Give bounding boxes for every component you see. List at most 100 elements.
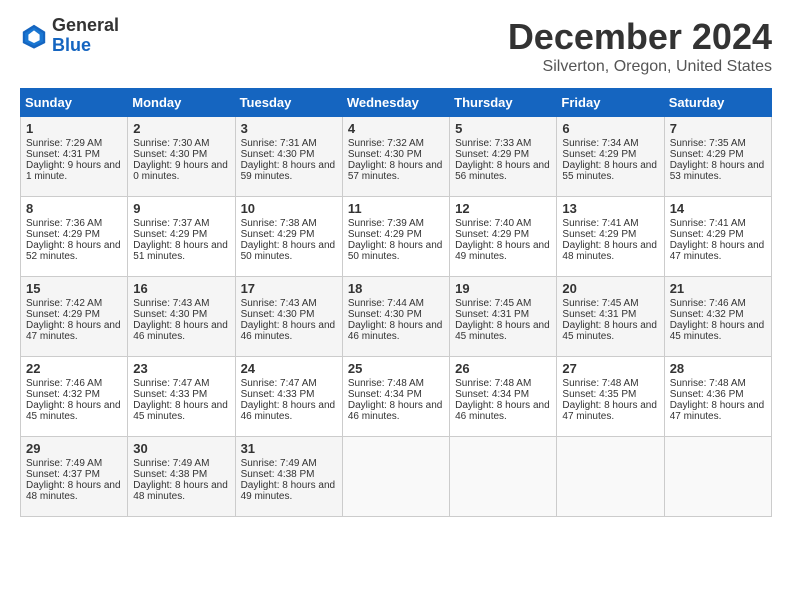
calendar-day-cell bbox=[450, 437, 557, 517]
day-number: 10 bbox=[241, 201, 337, 216]
day-number: 19 bbox=[455, 281, 551, 296]
daylight-text: Daylight: 8 hours and 48 minutes. bbox=[133, 480, 228, 502]
calendar-day-cell: 15Sunrise: 7:42 AMSunset: 4:29 PMDayligh… bbox=[21, 277, 128, 357]
day-number: 25 bbox=[348, 361, 444, 376]
sunrise-text: Sunrise: 7:49 AM bbox=[241, 458, 317, 469]
sunset-text: Sunset: 4:30 PM bbox=[241, 149, 315, 160]
day-number: 18 bbox=[348, 281, 444, 296]
daylight-text: Daylight: 8 hours and 46 minutes. bbox=[348, 400, 443, 422]
daylight-text: Daylight: 8 hours and 51 minutes. bbox=[133, 240, 228, 262]
calendar-day-cell: 27 Sunrise: 7:48 AMSunset: 4:35 PMDayligh… bbox=[557, 357, 664, 437]
sunset-text: Sunset: 4:32 PM bbox=[670, 309, 744, 320]
day-number: 7 bbox=[670, 121, 766, 136]
calendar-day-cell: 28Sunrise: 7:48 AMSunset: 4:36 PMDayligh… bbox=[664, 357, 771, 437]
calendar-week-row: 15Sunrise: 7:42 AMSunset: 4:29 PMDayligh… bbox=[21, 277, 772, 357]
calendar-day-cell: 5Sunrise: 7:33 AMSunset: 4:29 PMDaylight… bbox=[450, 117, 557, 197]
subtitle: Silverton, Oregon, United States bbox=[508, 58, 772, 76]
calendar-day-cell: 9Sunrise: 7:37 AMSunset: 4:29 PMDaylight… bbox=[128, 197, 235, 277]
day-number: 30 bbox=[133, 441, 229, 456]
sunset-text: Sunset: 4:30 PM bbox=[348, 149, 422, 160]
day-number: 1 bbox=[26, 121, 122, 136]
sunset-text: Sunset: 4:38 PM bbox=[133, 469, 207, 480]
day-number: 17 bbox=[241, 281, 337, 296]
daylight-text: Daylight: 8 hours and 55 minutes. bbox=[562, 160, 657, 182]
daylight-text: Daylight: 8 hours and 45 minutes. bbox=[562, 320, 657, 342]
calendar-day-cell: 13Sunrise: 7:41 AMSunset: 4:29 PMDayligh… bbox=[557, 197, 664, 277]
calendar-day-cell: 23Sunrise: 7:47 AMSunset: 4:33 PMDayligh… bbox=[128, 357, 235, 437]
sunrise-text: Sunrise: 7:46 AM bbox=[670, 298, 746, 309]
day-number: 6 bbox=[562, 121, 658, 136]
sunrise-text: Sunrise: 7:48 AM bbox=[670, 378, 746, 389]
daylight-text: Daylight: 8 hours and 46 minutes. bbox=[133, 320, 228, 342]
sunset-text: Sunset: 4:29 PM bbox=[26, 229, 100, 240]
day-number: 31 bbox=[241, 441, 337, 456]
sunrise-text: Sunrise: 7:48 AM bbox=[455, 378, 531, 389]
calendar-header-cell: Saturday bbox=[664, 89, 771, 117]
calendar-day-cell: 10Sunrise: 7:38 AMSunset: 4:29 PMDayligh… bbox=[235, 197, 342, 277]
daylight-text: Daylight: 8 hours and 49 minutes. bbox=[241, 480, 336, 502]
daylight-text: Daylight: 8 hours and 47 minutes. bbox=[670, 240, 765, 262]
calendar-day-cell: 2Sunrise: 7:30 AMSunset: 4:30 PMDaylight… bbox=[128, 117, 235, 197]
sunrise-text: Sunrise: 7:38 AM bbox=[241, 218, 317, 229]
sunrise-text: Sunrise: 7:40 AM bbox=[455, 218, 531, 229]
daylight-text: Daylight: 8 hours and 45 minutes. bbox=[455, 320, 550, 342]
sunrise-text: Sunrise: 7:39 AM bbox=[348, 218, 424, 229]
sunrise-text: Sunrise: 7:43 AM bbox=[241, 298, 317, 309]
calendar-header-cell: Sunday bbox=[21, 89, 128, 117]
calendar-header-cell: Wednesday bbox=[342, 89, 449, 117]
daylight-text: Daylight: 8 hours and 46 minutes. bbox=[241, 320, 336, 342]
day-number: 27 bbox=[562, 361, 658, 376]
day-number: 22 bbox=[26, 361, 122, 376]
sunset-text: Sunset: 4:30 PM bbox=[348, 309, 422, 320]
sunset-text: Sunset: 4:29 PM bbox=[241, 229, 315, 240]
sunrise-text: Sunrise: 7:30 AM bbox=[133, 138, 209, 149]
sunrise-text: Sunrise: 7:44 AM bbox=[348, 298, 424, 309]
sunrise-text: Sunrise: 7:37 AM bbox=[133, 218, 209, 229]
title-block: December 2024 Silverton, Oregon, United … bbox=[508, 16, 772, 76]
daylight-text: Daylight: 9 hours and 0 minutes. bbox=[133, 160, 228, 182]
calendar-day-cell: 14Sunrise: 7:41 AMSunset: 4:29 PMDayligh… bbox=[664, 197, 771, 277]
sunrise-text: Sunrise: 7:48 AM bbox=[562, 378, 638, 389]
day-number: 12 bbox=[455, 201, 551, 216]
day-number: 28 bbox=[670, 361, 766, 376]
sunset-text: Sunset: 4:38 PM bbox=[241, 469, 315, 480]
sunset-text: Sunset: 4:29 PM bbox=[562, 229, 636, 240]
sunset-text: Sunset: 4:29 PM bbox=[26, 309, 100, 320]
calendar-header-cell: Tuesday bbox=[235, 89, 342, 117]
calendar-header-cell: Thursday bbox=[450, 89, 557, 117]
sunset-text: Sunset: 4:35 PM bbox=[562, 389, 636, 400]
daylight-text: Daylight: 8 hours and 56 minutes. bbox=[455, 160, 550, 182]
sunrise-text: Sunrise: 7:36 AM bbox=[26, 218, 102, 229]
daylight-text: Daylight: 8 hours and 52 minutes. bbox=[26, 240, 121, 262]
calendar-day-cell bbox=[664, 437, 771, 517]
logo-text: General Blue bbox=[52, 16, 119, 56]
day-number: 3 bbox=[241, 121, 337, 136]
daylight-text: Daylight: 8 hours and 49 minutes. bbox=[455, 240, 550, 262]
sunset-text: Sunset: 4:29 PM bbox=[348, 229, 422, 240]
sunrise-text: Sunrise: 7:47 AM bbox=[241, 378, 317, 389]
day-number: 20 bbox=[562, 281, 658, 296]
calendar-day-cell: 17Sunrise: 7:43 AMSunset: 4:30 PMDayligh… bbox=[235, 277, 342, 357]
daylight-text: Daylight: 8 hours and 46 minutes. bbox=[455, 400, 550, 422]
sunrise-text: Sunrise: 7:48 AM bbox=[348, 378, 424, 389]
sunrise-text: Sunrise: 7:49 AM bbox=[133, 458, 209, 469]
calendar-day-cell: 7Sunrise: 7:35 AMSunset: 4:29 PMDaylight… bbox=[664, 117, 771, 197]
sunset-text: Sunset: 4:30 PM bbox=[133, 149, 207, 160]
sunset-text: Sunset: 4:31 PM bbox=[26, 149, 100, 160]
sunset-text: Sunset: 4:33 PM bbox=[241, 389, 315, 400]
day-number: 9 bbox=[133, 201, 229, 216]
daylight-text: Daylight: 8 hours and 57 minutes. bbox=[348, 160, 443, 182]
calendar-day-cell: 31 Sunrise: 7:49 AMSunset: 4:38 PMDayligh… bbox=[235, 437, 342, 517]
daylight-text: Daylight: 8 hours and 46 minutes. bbox=[241, 400, 336, 422]
day-number: 5 bbox=[455, 121, 551, 136]
sunrise-text: Sunrise: 7:32 AM bbox=[348, 138, 424, 149]
calendar-day-cell: 12Sunrise: 7:40 AMSunset: 4:29 PMDayligh… bbox=[450, 197, 557, 277]
calendar-day-cell: 18Sunrise: 7:44 AMSunset: 4:30 PMDayligh… bbox=[342, 277, 449, 357]
calendar-day-cell: 4Sunrise: 7:32 AMSunset: 4:30 PMDaylight… bbox=[342, 117, 449, 197]
sunset-text: Sunset: 4:34 PM bbox=[455, 389, 529, 400]
calendar-day-cell: 16Sunrise: 7:43 AMSunset: 4:30 PMDayligh… bbox=[128, 277, 235, 357]
header: General Blue December 2024 Silverton, Or… bbox=[20, 16, 772, 76]
sunrise-text: Sunrise: 7:41 AM bbox=[670, 218, 746, 229]
daylight-text: Daylight: 8 hours and 47 minutes. bbox=[562, 400, 657, 422]
calendar-day-cell bbox=[342, 437, 449, 517]
